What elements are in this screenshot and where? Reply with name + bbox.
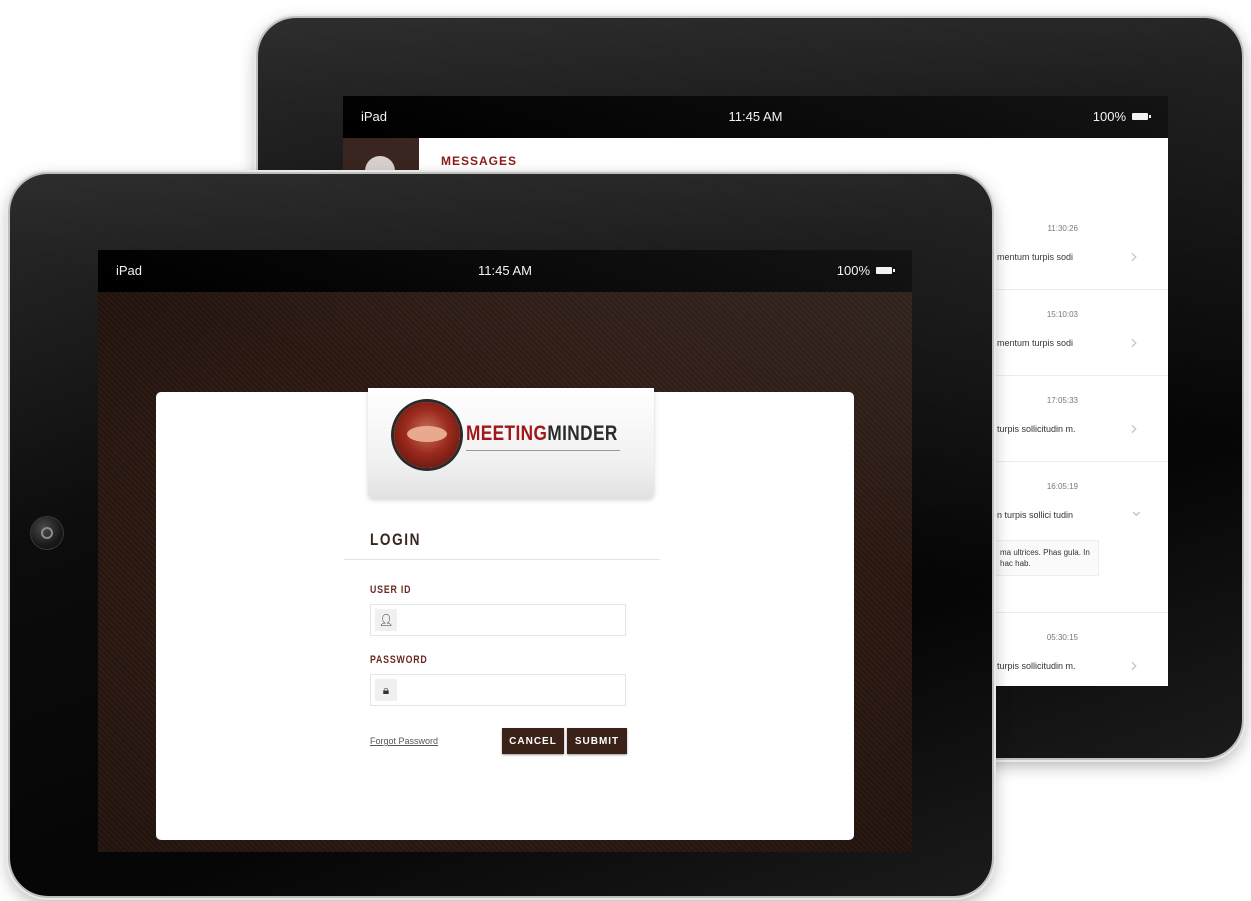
login-heading: LOGIN: [370, 530, 422, 549]
message-snippet: n turpis sollici tudin: [997, 510, 1074, 520]
logo-tab: MEETINGMINDER: [368, 388, 654, 498]
battery-percent: 100%: [836, 263, 870, 278]
divider: [344, 559, 660, 560]
status-bar: iPad 11:45 AM 100%: [343, 96, 1168, 138]
message-time: 11:30:26: [1047, 224, 1078, 233]
chevron-right-icon[interactable]: ›: [1130, 416, 1138, 440]
logo-underline: [466, 450, 620, 451]
battery-indicator: 100%: [1092, 109, 1151, 124]
password-field[interactable]: 🔒︎: [370, 674, 626, 706]
message-snippet: mentum turpis sodi: [997, 338, 1074, 348]
status-time: 11:45 AM: [728, 109, 783, 124]
forgot-password-link[interactable]: Forgot Password: [370, 736, 438, 746]
message-time: 16:05:19: [1046, 482, 1078, 491]
chevron-right-icon[interactable]: ›: [1130, 244, 1138, 268]
leather-background: MEETINGMINDER LOGIN USER ID 👤︎ PASSWORD …: [98, 292, 912, 852]
login-card: MEETINGMINDER LOGIN USER ID 👤︎ PASSWORD …: [156, 388, 854, 840]
message-expanded-body: ma ultrices. Phas gula. In hac hab.: [993, 540, 1099, 577]
message-snippet: mentum turpis sodi: [997, 252, 1074, 262]
battery-icon: [876, 267, 895, 274]
message-time: 05:30:15: [1046, 633, 1078, 642]
lock-icon: 🔒︎: [375, 679, 397, 701]
user-id-label: USER ID: [370, 584, 412, 596]
password-label: PASSWORD: [370, 654, 428, 666]
logo-word-minder: MINDER: [547, 422, 618, 445]
submit-button[interactable]: SUBMIT: [567, 728, 627, 754]
user-id-input[interactable]: [401, 608, 623, 634]
status-time: 11:45 AM: [478, 263, 532, 278]
chevron-down-icon[interactable]: ⌄: [1129, 500, 1144, 521]
message-time: 17:05:33: [1046, 396, 1078, 405]
handshake-logo-icon: [394, 402, 460, 468]
battery-percent: 100%: [1092, 109, 1126, 124]
messages-title: MESSAGES: [441, 154, 518, 168]
front-ipad-screen: iPad 11:45 AM 100% MEETINGMINDER LOGIN U…: [98, 250, 912, 852]
message-time: 15:10:03: [1046, 310, 1078, 319]
user-icon: 👤︎: [375, 609, 397, 631]
message-snippet: turpis sollicitudin m.: [997, 661, 1076, 671]
status-bar: iPad 11:45 AM 100%: [98, 250, 912, 292]
cancel-button[interactable]: CANCEL: [502, 728, 564, 754]
logo-word-meeting: MEETING: [466, 422, 548, 445]
password-input[interactable]: [401, 678, 623, 704]
message-snippet: turpis sollicitudin m.: [997, 424, 1076, 434]
battery-icon: [1132, 113, 1151, 120]
front-ipad-device: iPad 11:45 AM 100% MEETINGMINDER LOGIN U…: [10, 174, 992, 896]
home-button[interactable]: [31, 517, 63, 549]
user-id-field[interactable]: 👤︎: [370, 604, 626, 636]
chevron-right-icon[interactable]: ›: [1130, 330, 1138, 354]
app-logo-text: MEETINGMINDER: [466, 422, 618, 446]
chevron-right-icon[interactable]: ›: [1130, 653, 1138, 677]
battery-indicator: 100%: [836, 263, 895, 278]
